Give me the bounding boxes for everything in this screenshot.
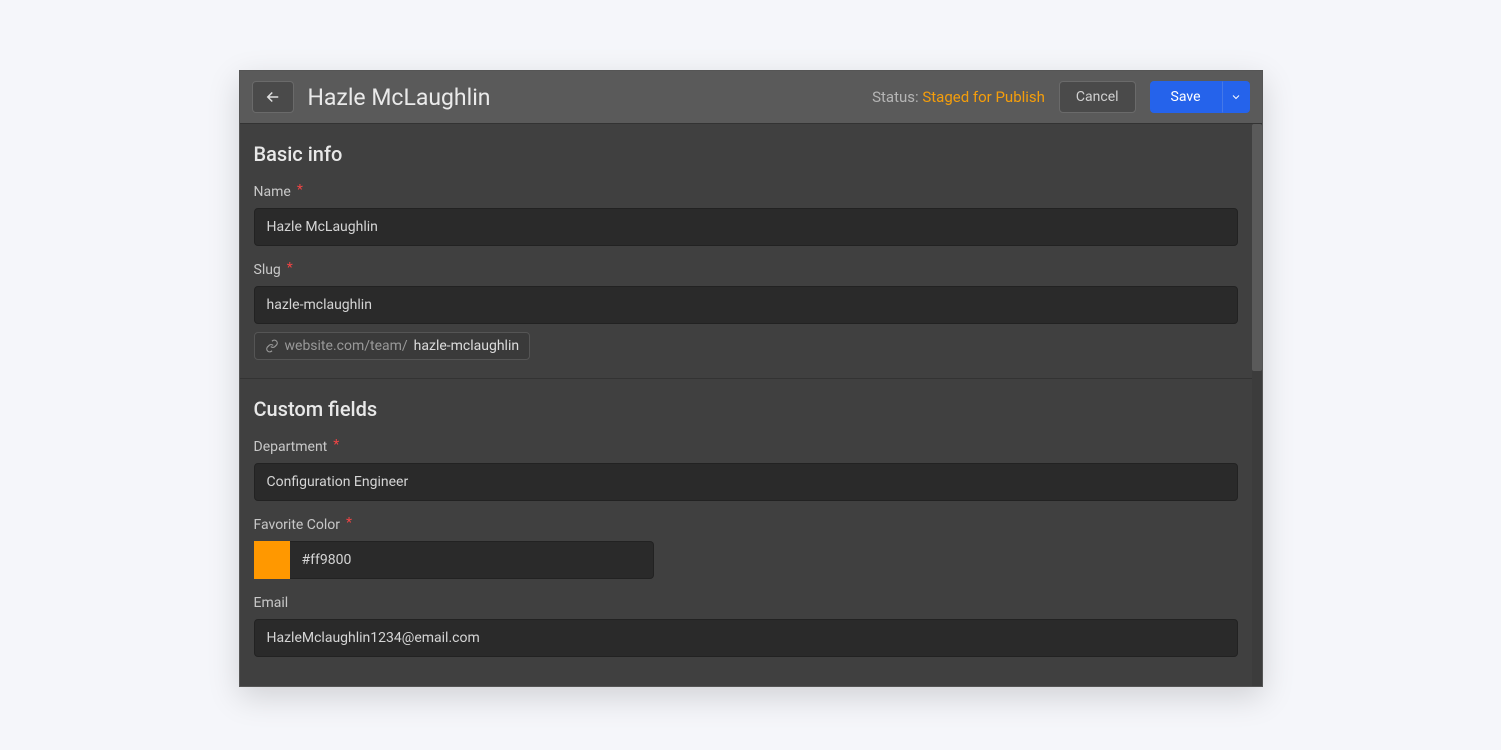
page-title: Hazle McLaughlin [308,84,873,111]
field-label: Slug * [254,262,1238,278]
field-label: Favorite Color * [254,517,1238,533]
status-text: Status: Staged for Publish [872,88,1045,106]
editor-panel: Hazle McLaughlin Status: Staged for Publ… [239,70,1263,687]
required-indicator: * [297,182,303,198]
slug-field: Slug * website.com/team/hazle-mclaughlin [254,262,1238,360]
email-field: Email [254,595,1238,657]
name-label-text: Name [254,184,291,200]
required-indicator: * [333,437,339,453]
scroll-area: Basic info Name * Slug * [240,124,1252,686]
scrollbar-thumb[interactable] [1252,124,1262,371]
slug-label-text: Slug [254,262,281,278]
field-label: Email [254,595,1238,611]
department-field: Department * [254,439,1238,501]
color-field-wrapper [254,541,654,579]
scrollbar-track[interactable] [1252,124,1262,686]
chevron-down-icon [1230,91,1242,103]
url-prefix: website.com/team/ [285,338,408,354]
email-label-text: Email [254,595,289,611]
email-input[interactable] [254,619,1238,657]
url-slug: hazle-mclaughlin [414,338,519,354]
favorite-color-label-text: Favorite Color [254,517,341,533]
status-value: Staged for Publish [922,88,1045,106]
header-bar: Hazle McLaughlin Status: Staged for Publ… [240,71,1262,124]
cancel-button[interactable]: Cancel [1059,81,1136,113]
section-title: Basic info [254,142,1238,166]
color-input[interactable] [290,541,654,579]
save-dropdown-button[interactable] [1222,81,1250,113]
name-field: Name * [254,184,1238,246]
save-button[interactable]: Save [1150,81,1222,113]
color-swatch[interactable] [254,541,290,579]
field-label: Name * [254,184,1238,200]
content-area: Basic info Name * Slug * [240,124,1262,686]
custom-fields-section: Custom fields Department * Favorite Colo… [240,379,1252,675]
required-indicator: * [287,260,293,276]
back-button[interactable] [252,81,294,113]
department-input[interactable] [254,463,1238,501]
header-actions: Status: Staged for Publish Cancel Save [872,81,1249,113]
status-label: Status: [872,88,922,106]
section-title: Custom fields [254,397,1238,421]
department-label-text: Department [254,439,328,455]
field-label: Department * [254,439,1238,455]
favorite-color-field: Favorite Color * [254,517,1238,579]
required-indicator: * [346,515,352,531]
arrow-left-icon [264,88,282,106]
save-button-group: Save [1150,81,1250,113]
url-preview: website.com/team/hazle-mclaughlin [254,332,531,360]
basic-info-section: Basic info Name * Slug * [240,124,1252,379]
name-input[interactable] [254,208,1238,246]
link-icon [265,339,279,353]
slug-input[interactable] [254,286,1238,324]
